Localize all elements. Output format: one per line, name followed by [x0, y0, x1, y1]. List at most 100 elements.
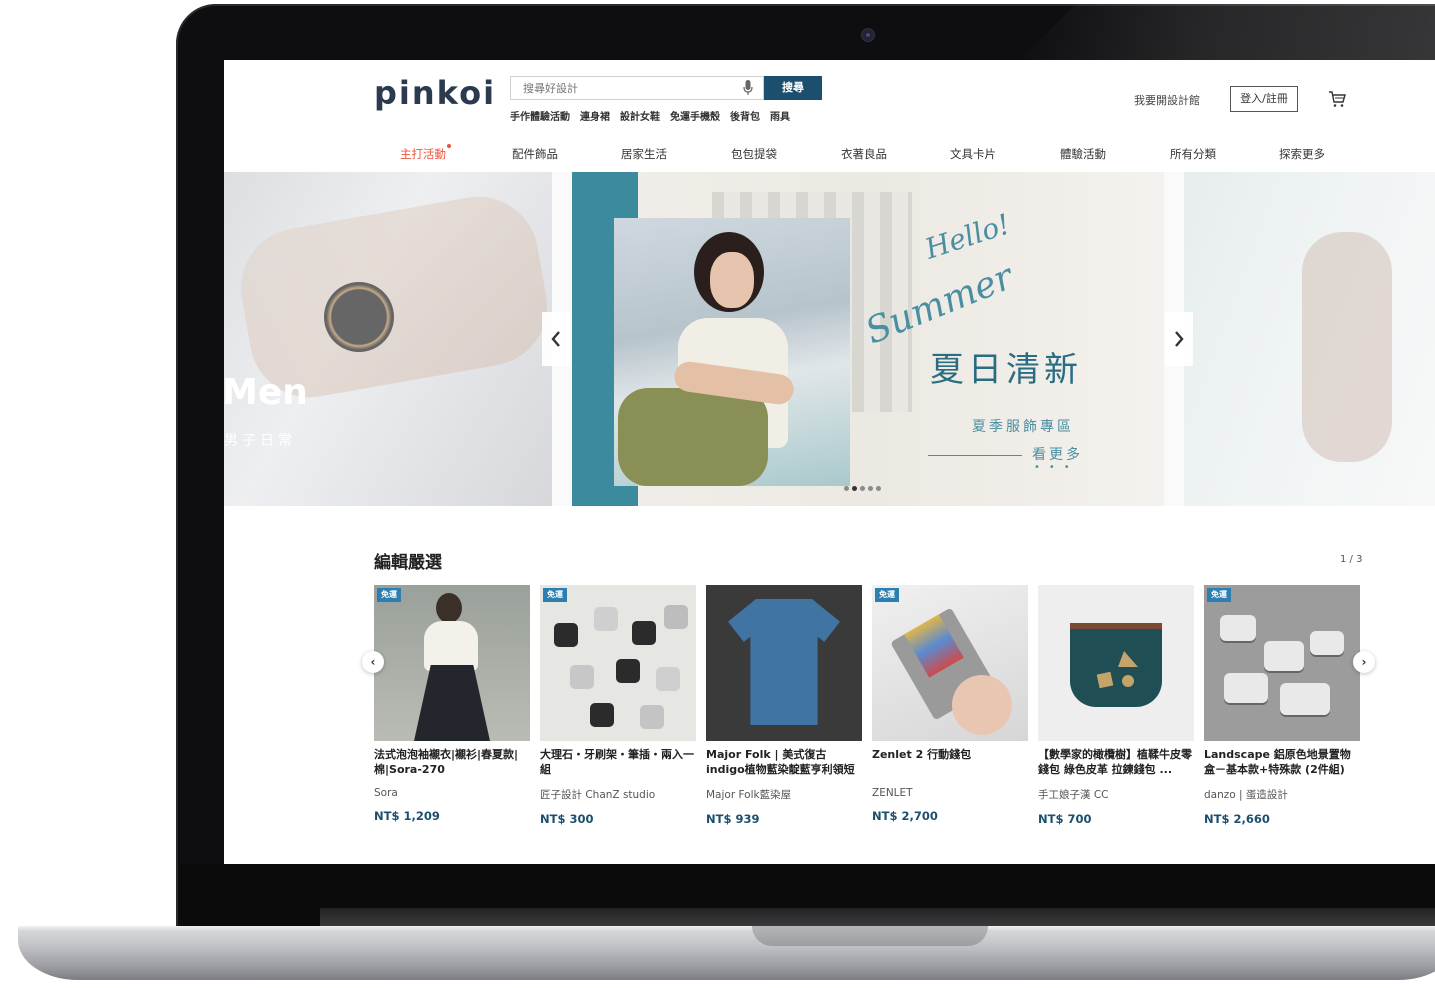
hot-tag[interactable]: 手作體驗活動	[510, 108, 570, 123]
lid-reflection	[1020, 4, 1435, 60]
product-shop[interactable]: Sora	[374, 787, 530, 799]
carousel-dot[interactable]	[876, 486, 881, 491]
hot-tag[interactable]: 雨具	[770, 108, 790, 123]
laptop-notch	[752, 926, 988, 946]
nav-item-bags[interactable]: 包包提袋	[731, 146, 777, 162]
product-price: NT$ 700	[1038, 812, 1092, 826]
nav-item-stationery[interactable]: 文具卡片	[950, 146, 996, 162]
model-face	[710, 252, 754, 308]
search-input[interactable]	[511, 77, 743, 99]
chevron-right-icon	[1175, 331, 1184, 347]
product-title[interactable]: 法式泡泡袖襯衣|襯衫|春夏款|棉|Sora-270	[374, 747, 530, 777]
product-shop[interactable]: 手工娘子漢 CC	[1038, 787, 1194, 802]
hot-tag[interactable]: 後背包	[730, 108, 760, 123]
carousel-slide-swim[interactable]	[1184, 172, 1435, 506]
pinkoi-logo[interactable]: pinkoi	[374, 74, 496, 112]
image-detail	[436, 593, 462, 623]
search-box	[510, 76, 764, 100]
nav-item-label: 主打活動	[400, 147, 446, 161]
slide-title: Men	[224, 372, 308, 413]
carousel-dots	[844, 486, 881, 491]
login-button[interactable]: 登入/註冊	[1230, 86, 1298, 112]
product-price: NT$ 1,209	[374, 809, 440, 823]
cart-icon[interactable]	[1328, 90, 1346, 108]
product-price: NT$ 300	[540, 812, 594, 826]
product-card[interactable]: Major Folk | 美式復古indigo植物藍染靛藍亨利領短袖TE... …	[706, 585, 862, 826]
webcam-icon	[862, 29, 874, 41]
products-next-button[interactable]: ›	[1353, 651, 1375, 673]
product-title[interactable]: 大理石・牙刷架・筆插・兩入一組	[540, 747, 696, 777]
product-image[interactable]: 免運	[872, 585, 1028, 741]
nav-item-clothing[interactable]: 衣著良品	[841, 146, 887, 162]
hot-search-tags: 手作體驗活動 連身裙 設計女鞋 免運手機殼 後背包 雨具	[510, 108, 790, 123]
product-shop[interactable]: danzo | 蛋造設計	[1204, 787, 1360, 802]
product-title[interactable]: Zenlet 2 行動錢包	[872, 747, 1028, 777]
nav-item-all-categories[interactable]: 所有分類	[1170, 146, 1216, 162]
nav-item-explore-more[interactable]: 探索更多	[1279, 146, 1325, 162]
image-detail	[1070, 623, 1162, 629]
product-title[interactable]: Major Folk | 美式復古indigo植物藍染靛藍亨利領短袖TE...	[706, 747, 862, 777]
product-shop[interactable]: ZENLET	[872, 787, 1028, 799]
hero-carousel: Men 男子日常 Hello! Summer 夏日清新 夏季服飾專區 看更多 •…	[224, 172, 1435, 506]
product-card[interactable]: 免運 Landscape 鋁原色地景置物盒－基本款+特殊款 (2件組) danz…	[1204, 585, 1360, 826]
product-shop[interactable]: Major Folk藍染屋	[706, 787, 862, 802]
hot-tag[interactable]: 連身裙	[580, 108, 610, 123]
image-detail	[728, 599, 840, 725]
carousel-dot[interactable]	[868, 486, 873, 491]
nav-item-featured[interactable]: 主打活動	[400, 144, 451, 162]
product-title[interactable]: Landscape 鋁原色地景置物盒－基本款+特殊款 (2件組)	[1204, 747, 1360, 777]
carousel-dot-active[interactable]	[852, 486, 857, 491]
open-shop-link[interactable]: 我要開設計館	[1134, 92, 1200, 108]
slide-overlay	[1184, 172, 1435, 506]
chevron-left-icon: ‹	[370, 655, 376, 669]
see-more-link[interactable]: 看更多	[1032, 444, 1083, 464]
product-card[interactable]: 【數學家的橄欖樹】植鞣牛皮零錢包 綠色皮革 拉鍊錢包 ... 手工娘子漢 CC …	[1038, 585, 1194, 826]
free-shipping-badge: 免運	[377, 588, 401, 602]
product-card[interactable]: 免運 大理石・牙刷架・筆插・兩入一組 匠子設計 ChanZ studio NT$…	[540, 585, 696, 826]
section-pager: 1 / 3	[1340, 554, 1363, 565]
slide-title: 夏日清新	[930, 350, 1082, 390]
product-price: NT$ 2,660	[1204, 812, 1270, 826]
product-title[interactable]: 【數學家的橄欖樹】植鞣牛皮零錢包 綠色皮革 拉鍊錢包 ...	[1038, 747, 1194, 777]
carousel-prev-button[interactable]	[542, 312, 570, 366]
laptop-hinge	[320, 908, 1435, 928]
product-image[interactable]	[1038, 585, 1194, 741]
decor-dots: •••	[1034, 462, 1079, 473]
product-image[interactable]: 免運	[374, 585, 530, 741]
image-detail	[414, 665, 490, 741]
image-detail	[554, 623, 578, 647]
carousel-dot[interactable]	[844, 486, 849, 491]
browser-screen: pinkoi 搜尋 手作體驗活動 連身裙 設計女鞋 免運手機殼 後背包 雨具 我…	[224, 60, 1435, 864]
nav-item-home[interactable]: 居家生活	[621, 146, 667, 162]
carousel-dot[interactable]	[860, 486, 865, 491]
hot-tag[interactable]: 設計女鞋	[620, 108, 660, 123]
model-photo	[614, 218, 850, 486]
carousel-slide-summer[interactable]: Hello! Summer 夏日清新 夏季服飾專區 看更多 •••	[572, 172, 1164, 506]
product-card[interactable]: 免運 法式泡泡袖襯衣|襯衫|春夏款|棉|Sora-270 Sora NT$ 1,…	[374, 585, 530, 823]
carousel-slide-men[interactable]: Men 男子日常	[224, 172, 552, 506]
slide-subtitle: 夏季服飾專區	[972, 419, 1074, 435]
free-shipping-badge: 免運	[543, 588, 567, 602]
product-image[interactable]	[706, 585, 862, 741]
search-button[interactable]: 搜尋	[764, 76, 822, 100]
product-image[interactable]: 免運	[540, 585, 696, 741]
slide-subtitle: 男子日常	[224, 433, 296, 449]
nav-item-experiences[interactable]: 體驗活動	[1060, 146, 1106, 162]
nav-item-accessories[interactable]: 配件飾品	[512, 146, 558, 162]
product-shop[interactable]: 匠子設計 ChanZ studio	[540, 787, 696, 802]
microphone-icon[interactable]	[743, 80, 753, 96]
hot-tag[interactable]: 免運手機殼	[670, 108, 720, 123]
products-prev-button[interactable]: ‹	[362, 651, 384, 673]
laptop-base-edge	[18, 926, 1435, 932]
slide-overlay	[224, 172, 552, 506]
chevron-right-icon: ›	[1361, 655, 1367, 669]
product-image[interactable]: 免運	[1204, 585, 1360, 741]
image-detail	[1310, 631, 1344, 655]
site-header: pinkoi 搜尋 手作體驗活動 連身裙 設計女鞋 免運手機殼 後背包 雨具 我…	[224, 60, 1435, 173]
product-card[interactable]: 免運 Zenlet 2 行動錢包 ZENLET NT$ 2,700	[872, 585, 1028, 823]
model-pillow	[618, 388, 768, 486]
product-price: NT$ 939	[706, 812, 760, 826]
carousel-next-button[interactable]	[1165, 312, 1193, 366]
image-detail	[640, 705, 664, 729]
image-detail	[1224, 673, 1268, 703]
